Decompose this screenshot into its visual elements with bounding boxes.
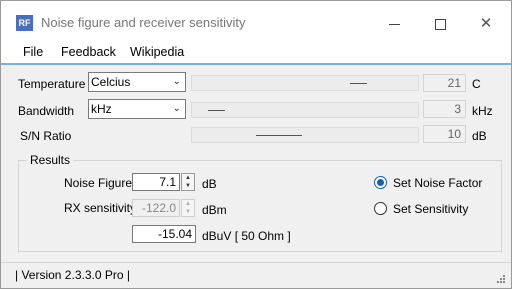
snr-unit: dB: [472, 129, 487, 143]
menu-bar: File Feedback Wikipedia: [1, 39, 511, 65]
app-logo-icon: RF: [16, 15, 33, 31]
status-bar: | Version 2.3.3.0 Pro |: [1, 262, 511, 288]
temperature-unit: C: [472, 77, 481, 91]
set-noise-factor-label[interactable]: Set Noise Factor: [393, 176, 482, 190]
close-icon: ✕: [479, 15, 493, 32]
close-button[interactable]: ✕: [463, 10, 509, 38]
noise-figure-unit: dB: [202, 177, 217, 191]
temperature-slider[interactable]: [191, 75, 419, 91]
maximize-button[interactable]: [417, 10, 463, 38]
menu-file[interactable]: File: [23, 45, 43, 59]
minimize-button[interactable]: [371, 10, 417, 38]
dbuv-input[interactable]: -15.04: [132, 225, 196, 243]
minimize-icon: [388, 23, 400, 25]
dbuv-unit: dBuV [ 50 Ohm ]: [202, 229, 291, 243]
app-window: RF Noise figure and receiver sensitivity…: [0, 0, 512, 289]
temperature-unit-value: Celcius: [91, 75, 131, 89]
noise-figure-label: Noise Figure: [64, 176, 133, 190]
bandwidth-unit: kHz: [472, 104, 493, 118]
temperature-value: 21: [423, 74, 466, 92]
snr-slider[interactable]: [191, 127, 419, 143]
results-title: Results: [27, 153, 74, 167]
rx-sensitivity-spinner: ▲ ▼: [181, 199, 195, 217]
set-sensitivity-label[interactable]: Set Sensitivity: [393, 202, 468, 216]
rx-sensitivity-label: RX sensitivity: [64, 201, 137, 215]
maximize-icon: [434, 18, 446, 30]
bandwidth-value: 3: [423, 100, 466, 118]
temperature-unit-select[interactable]: Celcius ⌄: [88, 72, 186, 92]
set-sensitivity-radio[interactable]: [374, 202, 387, 215]
bandwidth-label: Bandwidth: [18, 104, 75, 118]
snr-value: 10: [423, 125, 466, 143]
temperature-slider-thumb[interactable]: [350, 83, 367, 84]
chevron-down-icon: ⌄: [172, 76, 181, 87]
menu-wikipedia[interactable]: Wikipedia: [130, 45, 184, 59]
window-title: Noise figure and receiver sensitivity: [41, 15, 246, 30]
set-noise-factor-radio[interactable]: [374, 176, 387, 189]
chevron-down-icon: ⌄: [172, 103, 181, 114]
bandwidth-unit-select[interactable]: kHz ⌄: [88, 99, 186, 119]
noise-figure-spinner[interactable]: ▲ ▼: [181, 173, 195, 191]
snr-label: S/N Ratio: [20, 129, 72, 143]
bandwidth-slider-thumb[interactable]: [208, 110, 225, 111]
menu-feedback[interactable]: Feedback: [61, 45, 116, 59]
version-status: | Version 2.3.3.0 Pro |: [15, 268, 130, 282]
noise-figure-input[interactable]: 7.1: [132, 173, 180, 191]
rx-sensitivity-input: -122.0: [132, 199, 180, 217]
title-bar: RF Noise figure and receiver sensitivity…: [1, 1, 511, 39]
rx-sensitivity-unit: dBm: [202, 203, 227, 217]
bandwidth-slider[interactable]: [191, 102, 419, 118]
bandwidth-unit-value: kHz: [91, 102, 112, 116]
resize-grip-icon[interactable]: [496, 274, 505, 283]
snr-slider-thumb[interactable]: [256, 135, 302, 136]
temperature-label: Temperature: [18, 77, 86, 91]
